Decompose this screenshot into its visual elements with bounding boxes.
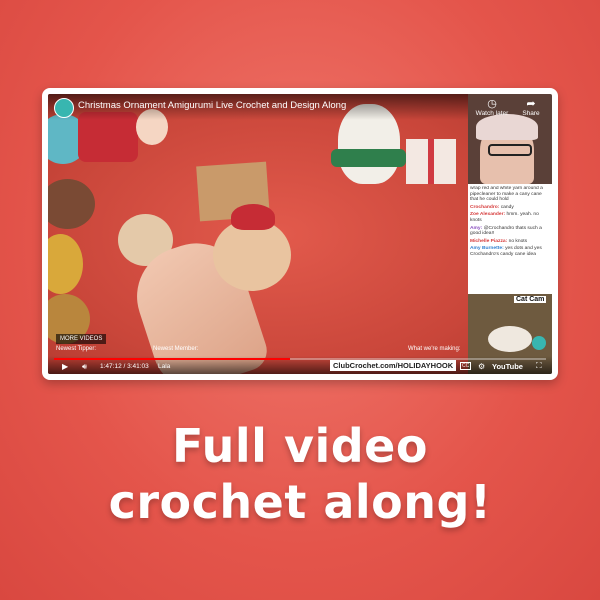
title-bar: Christmas Ornament Amigurumi Live Croche…: [48, 94, 468, 120]
promo-caption: Full video crochet along!: [0, 418, 600, 530]
cat-cam-label: Cat Cam: [514, 296, 547, 303]
clock-icon: ◷: [487, 98, 497, 110]
cat: [488, 326, 532, 352]
chat-text: candy: [500, 204, 514, 210]
host-webcam: ◷ Watch later ➦ Share: [468, 94, 552, 184]
play-icon[interactable]: ▶: [62, 362, 68, 371]
holiday-hook-link: ClubCrochet.com/HOLIDAYHOOK: [330, 360, 457, 371]
chat-user: Zoe Alexander:: [470, 212, 506, 218]
watch-later-button[interactable]: ◷ Watch later: [472, 98, 512, 117]
share-icon: ➦: [526, 98, 536, 110]
newest-member-label: Newest Member:: [153, 346, 199, 352]
newest-tipper-name: Lala: [158, 363, 171, 370]
chat-text: wrap red and white yarn around a pipecle…: [470, 186, 543, 203]
newest-tipper-label: Newest Tipper:: [56, 346, 97, 352]
ornament-cap: [231, 204, 275, 230]
video-title[interactable]: Christmas Ornament Amigurumi Live Croche…: [78, 100, 346, 111]
video-card: Christmas Ornament Amigurumi Live Croche…: [42, 88, 558, 380]
host-hat: [476, 114, 538, 140]
yarn-ball-brown: [48, 179, 95, 229]
fullscreen-icon[interactable]: ⛶: [536, 361, 542, 371]
captions-button[interactable]: CC: [460, 362, 472, 370]
making-label: What we're making:: [408, 346, 461, 352]
share-label: Share: [522, 110, 540, 117]
chat-message: Michelle Piazza: no knots: [470, 239, 550, 245]
yarn-ball-mustard: [48, 234, 83, 294]
watch-later-label: Watch later: [475, 110, 509, 117]
chat-user: Amy Burnette:: [470, 246, 504, 252]
progress-fill: [54, 358, 291, 360]
video-frame: [48, 94, 468, 374]
progress-bar[interactable]: [54, 358, 546, 360]
live-chat: wrap red and white yarn around a pipecle…: [470, 186, 550, 296]
chat-message: Zoe Alexander: hmm. yeah. no knots: [470, 212, 550, 223]
time-display: 1:47:12 / 3:41:03: [100, 363, 149, 370]
caption-line-2: crochet along!: [108, 475, 492, 529]
volume-icon[interactable]: 🔊︎: [82, 362, 87, 372]
player-controls: ▶ 🔊︎ 1:47:12 / 3:41:03 Lala ClubCrochet.…: [48, 356, 552, 374]
chat-text: no knots: [508, 238, 528, 244]
caption-line-1: Full video: [172, 419, 428, 473]
gift-ribbon: [428, 139, 434, 184]
stream-sidebar: ◷ Watch later ➦ Share wrap red and white…: [468, 94, 552, 374]
more-videos-button[interactable]: MORE VIDEOS: [56, 334, 107, 344]
host-glasses: [488, 144, 532, 156]
video-player[interactable]: Christmas Ornament Amigurumi Live Croche…: [48, 94, 552, 374]
youtube-logo[interactable]: YouTube: [492, 362, 523, 371]
share-button[interactable]: ➦ Share: [516, 98, 546, 117]
chat-message: Amy Burnette: yes dots and yes Crochandr…: [470, 246, 550, 257]
chat-message: wrap red and white yarn around a pipecle…: [470, 186, 550, 203]
snowman-scarf: [331, 149, 406, 167]
channel-avatar[interactable]: [54, 98, 74, 118]
chat-user: Crochandro:: [470, 204, 500, 210]
settings-icon[interactable]: ⚙: [478, 362, 485, 371]
chat-user: Amy:: [470, 225, 483, 231]
chat-message: Amy: @Crochandro thats such a good idea!…: [470, 226, 550, 237]
chat-user: Michelle Piazza:: [470, 238, 508, 244]
chat-message: Crochandro: candy: [470, 205, 550, 211]
channel-badge: [532, 336, 546, 350]
